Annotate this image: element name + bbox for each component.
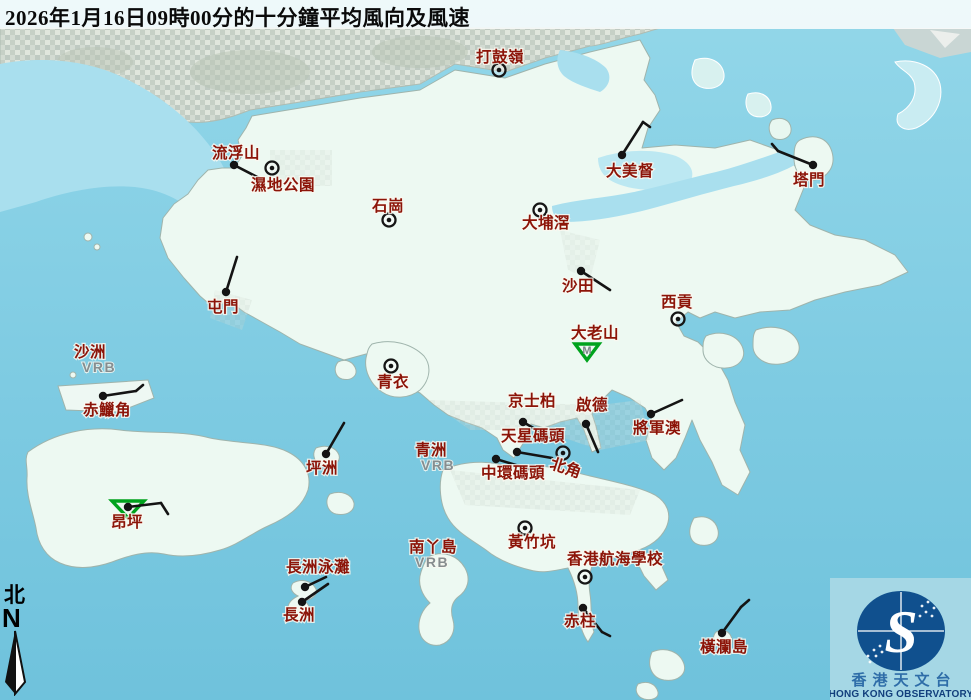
vrb-label: VRB: [82, 359, 116, 375]
station-dot: [99, 392, 107, 400]
station-label: 昂坪: [111, 513, 143, 531]
station-dot: [579, 604, 587, 612]
station-label: 大老山: [571, 323, 619, 342]
hei-ling-chau: [327, 492, 354, 514]
station-dot: [519, 418, 527, 426]
station-label: 石崗: [371, 196, 404, 215]
station-dot: [222, 288, 230, 296]
station-dot: [298, 598, 306, 606]
station-label: 屯門: [207, 297, 239, 316]
station-label: 黃竹坑: [507, 532, 556, 551]
station-label: 長洲泳灘: [286, 557, 350, 576]
station-label: 香港航海學校: [567, 549, 663, 568]
calm-wind-dot: [387, 218, 392, 223]
station-dot: [647, 410, 655, 418]
station-dot: [230, 161, 238, 169]
station-label: 坪洲: [306, 459, 338, 477]
station-dot: [618, 151, 626, 159]
logo-org-zh: 香港天文台: [851, 671, 956, 689]
wind-map-screen: 打鼓嶺流浮山濕地公園石崗大美督塔門大埔滘沙田西貢M大老山屯門沙洲VRB赤鱲角青衣…: [0, 0, 971, 700]
station-dot: [809, 161, 817, 169]
compass-north-letter: N: [2, 606, 36, 630]
sha-chau-islet: [84, 233, 92, 241]
logo-monogram: S: [884, 599, 917, 665]
vrb-label: VRB: [421, 457, 455, 473]
hko-logo-icon: S 香港天文台 HONG KONG OBSERVATORY: [830, 578, 971, 700]
calm-wind-dot: [676, 317, 681, 322]
station-dot: [582, 420, 590, 428]
station-label: 啟德: [576, 395, 608, 414]
station-label: 大埔滘: [522, 213, 570, 232]
station-dot: [513, 448, 521, 456]
station-label: 西貢: [661, 293, 693, 311]
maintenance-m-label: M: [582, 345, 591, 357]
station-label: 大美督: [606, 161, 654, 180]
hko-logo: S 香港天文台 HONG KONG OBSERVATORY: [830, 578, 971, 700]
station-dot: [718, 629, 726, 637]
calm-wind-dot: [497, 68, 502, 73]
station-label: 流浮山: [212, 143, 260, 162]
logo-org-en: HONG KONG OBSERVATORY: [830, 689, 971, 700]
title-bar: 2026年1月16日09時00分的十分鐘平均風向及風速: [0, 0, 971, 29]
station-label: 長洲: [283, 606, 315, 624]
page-title: 2026年1月16日09時00分的十分鐘平均風向及風速: [0, 0, 971, 32]
station-dot: [124, 503, 132, 511]
calm-wind-dot: [270, 166, 275, 171]
station-label: 青衣: [377, 372, 409, 391]
station-dot: [322, 450, 330, 458]
calm-wind-dot: [583, 575, 588, 580]
station-label: 京士柏: [508, 391, 556, 410]
calm-wind-dot: [538, 208, 543, 213]
lung-kwu-chau-islet: [94, 244, 100, 250]
station-label: 打鼓嶺: [476, 47, 524, 66]
grass-island: [769, 118, 791, 139]
station-dot: [577, 267, 585, 275]
north-arrow-icon: [2, 630, 30, 696]
islet: [70, 372, 76, 378]
station-label: 橫瀾島: [700, 637, 748, 656]
station-label: 塔門: [793, 170, 825, 189]
compass: 北 N: [2, 584, 36, 700]
station-label: 將軍澳: [633, 418, 681, 437]
station-label: 赤鱲角: [83, 400, 131, 419]
calm-wind-dot: [561, 451, 566, 456]
station-label: 中環碼頭: [481, 463, 545, 482]
station-label: 天星碼頭: [501, 427, 565, 445]
calm-wind-dot: [389, 364, 394, 369]
station-label: 赤柱: [564, 611, 596, 630]
hong-kong-map: 打鼓嶺流浮山濕地公園石崗大美督塔門大埔滘沙田西貢M大老山屯門沙洲VRB赤鱲角青衣…: [0, 0, 971, 700]
station-dot: [492, 455, 500, 463]
calm-wind-dot: [523, 526, 528, 531]
station-label: 沙田: [562, 277, 594, 295]
vrb-label: VRB: [415, 554, 449, 570]
station-dot: [301, 583, 309, 591]
station-label: 濕地公園: [251, 175, 315, 194]
